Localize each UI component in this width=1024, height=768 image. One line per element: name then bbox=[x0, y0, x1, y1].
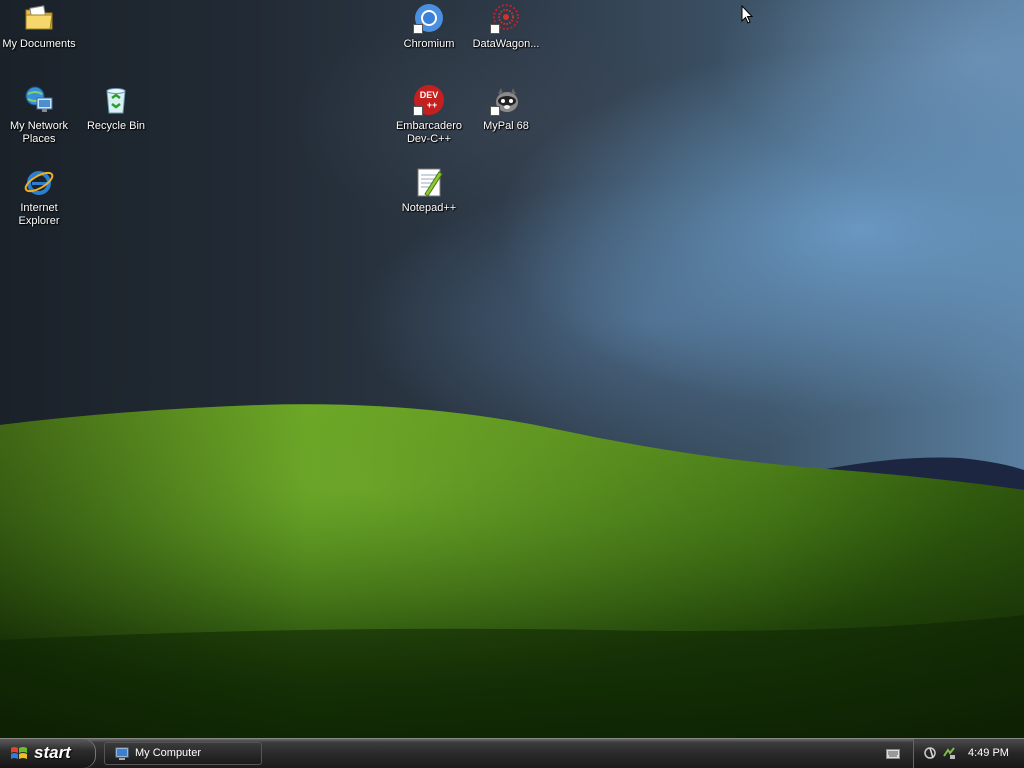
windows-logo-icon bbox=[11, 747, 27, 759]
devcpp-badge-line1: DEV bbox=[420, 90, 439, 100]
safely-remove-hardware-icon[interactable] bbox=[942, 746, 956, 760]
recycle-bin-icon bbox=[100, 84, 132, 116]
desktop-icon-datawagon[interactable]: DataWagon... bbox=[467, 2, 545, 51]
notepadpp-icon bbox=[413, 166, 445, 198]
taskbar: start My Computer 4:49 PM bbox=[0, 738, 1024, 768]
desktop-icon-label: DataWagon... bbox=[472, 38, 540, 50]
taskbar-button-my-computer[interactable]: My Computer bbox=[104, 742, 262, 765]
desktop-icon-mypal[interactable]: MyPal 68 bbox=[467, 84, 545, 133]
desktop-icon-chromium[interactable]: Chromium bbox=[390, 2, 468, 51]
my-computer-icon bbox=[115, 747, 129, 760]
mouse-pointer-icon bbox=[741, 5, 754, 24]
desktop-icon-label: MyPal 68 bbox=[483, 120, 529, 132]
system-tray: 4:49 PM bbox=[913, 739, 1024, 768]
network-places-icon bbox=[23, 84, 55, 116]
taskbar-button-label: My Computer bbox=[135, 747, 202, 759]
devcpp-icon: DEV ++ bbox=[413, 84, 445, 116]
desktop-icon-internet-explorer[interactable]: Internet Explorer bbox=[0, 166, 78, 228]
desktop-icon-my-network-places[interactable]: My Network Places bbox=[0, 84, 78, 146]
start-button[interactable]: start bbox=[0, 739, 96, 768]
internet-explorer-icon bbox=[23, 166, 55, 198]
shortcut-arrow-icon bbox=[413, 106, 423, 116]
desktop-icon-embarcadero-devcpp[interactable]: DEV ++ Embarcadero Dev-C++ bbox=[390, 84, 468, 146]
devcpp-badge-line2: ++ bbox=[427, 100, 438, 110]
desktop-icon-label: My Network Places bbox=[9, 120, 69, 145]
shortcut-arrow-icon bbox=[490, 106, 500, 116]
clock[interactable]: 4:49 PM bbox=[968, 747, 1009, 759]
mypal-icon bbox=[490, 84, 522, 116]
desktop-icon-label: Embarcadero Dev-C++ bbox=[395, 120, 463, 145]
desktop-icon-label: Notepad++ bbox=[401, 202, 457, 214]
desktop-icon-label: Recycle Bin bbox=[86, 120, 146, 132]
shortcut-arrow-icon bbox=[490, 24, 500, 34]
keyboard-icon[interactable] bbox=[886, 749, 900, 759]
start-label: start bbox=[34, 743, 71, 762]
folder-documents-icon bbox=[23, 2, 55, 34]
desktop-icon-recycle-bin[interactable]: Recycle Bin bbox=[77, 84, 155, 133]
desktop-icon-label: My Documents bbox=[2, 38, 76, 50]
desktop-icon-label: Chromium bbox=[403, 38, 455, 50]
datawagon-icon bbox=[490, 2, 522, 34]
desktop-icon-my-documents[interactable]: My Documents bbox=[0, 2, 78, 51]
shortcut-arrow-icon bbox=[413, 24, 423, 34]
desktop-icon-notepadpp[interactable]: Notepad++ bbox=[390, 166, 468, 215]
desktop-icon-label: Internet Explorer bbox=[18, 202, 60, 227]
chromium-icon bbox=[413, 2, 445, 34]
network-status-icon[interactable] bbox=[924, 746, 938, 760]
